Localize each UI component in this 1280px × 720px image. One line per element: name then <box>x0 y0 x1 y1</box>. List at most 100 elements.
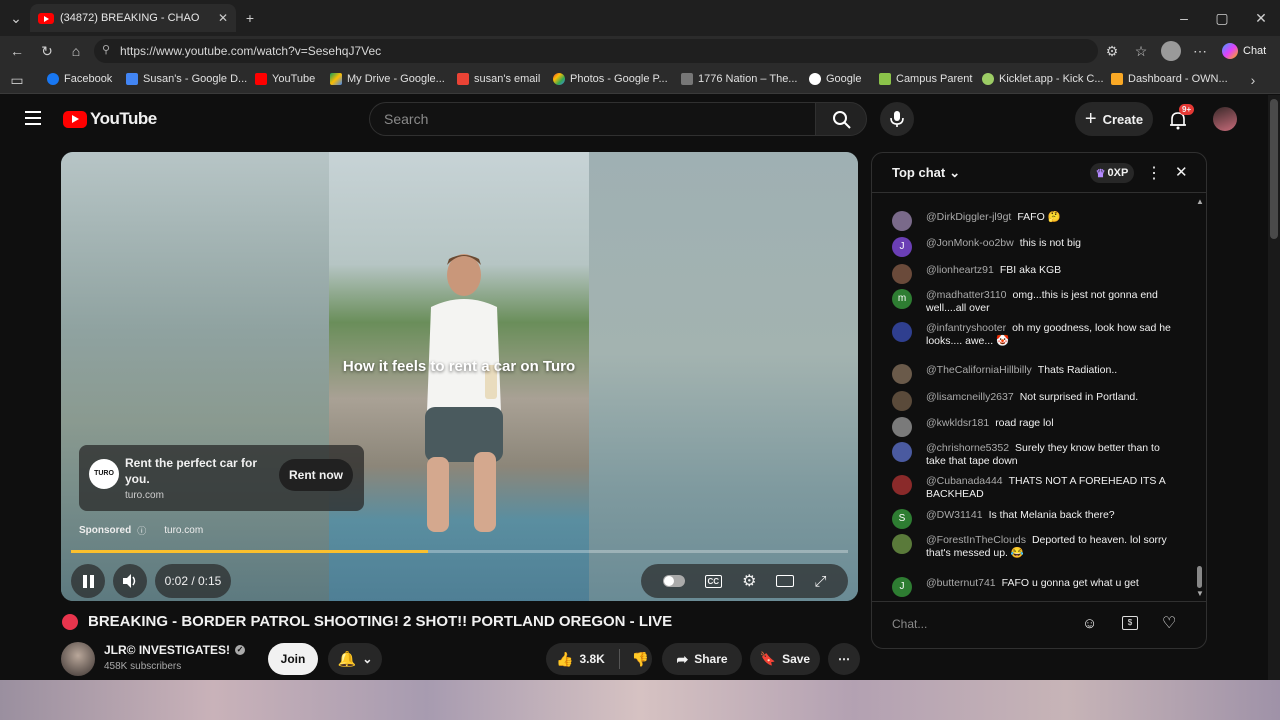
chat-avatar[interactable] <box>892 211 912 231</box>
thumbs-down-icon[interactable]: 👎 <box>632 651 649 668</box>
bookmark-google[interactable]: Google <box>809 73 861 85</box>
more-bookmarks-chevron-icon[interactable]: › <box>1245 72 1261 88</box>
chat-avatar[interactable] <box>892 391 912 411</box>
close-tab-icon[interactable]: ✕ <box>218 11 228 25</box>
chat-avatar[interactable] <box>892 364 912 384</box>
bookmark-1776-nation[interactable]: 1776 Nation – The... <box>681 73 797 85</box>
autoplay-toggle[interactable] <box>662 575 685 587</box>
url-field[interactable]: ⚲ https://www.youtube.com/watch?v=Sesehq… <box>94 39 1098 63</box>
bookmark-campus-parent[interactable]: Campus Parent <box>879 73 972 85</box>
sponsor-domain-link[interactable]: turo.com <box>164 525 203 536</box>
scroll-down-icon[interactable]: ▼ <box>1196 589 1204 598</box>
chat-author[interactable]: @DirkDiggler-jl9gt <box>926 211 1011 223</box>
chat-avatar[interactable]: S <box>892 509 912 529</box>
chat-author[interactable]: @kwkldsr181 <box>926 417 989 429</box>
search-button[interactable] <box>815 102 867 136</box>
bookmark-google-docs[interactable]: Susan's - Google D... <box>126 73 247 85</box>
bookmark-drive[interactable]: My Drive - Google... <box>330 73 445 85</box>
chat-author[interactable]: @ForestInTheClouds <box>926 534 1026 546</box>
chat-avatar[interactable] <box>892 475 912 495</box>
more-actions-button[interactable]: ⋯ <box>828 643 860 675</box>
chat-author[interactable]: @lionheartz91 <box>926 264 994 276</box>
scroll-up-icon[interactable]: ▲ <box>1196 197 1204 206</box>
chat-avatar[interactable] <box>892 322 912 342</box>
rent-now-button[interactable]: Rent now <box>279 459 353 491</box>
progress-bar[interactable] <box>71 550 848 553</box>
sidebar-toggle-icon[interactable]: ▭ <box>9 72 25 88</box>
maximize-icon[interactable]: ▢ <box>1214 10 1230 26</box>
subscribed-notifications-button[interactable]: 🔔 ⌄ <box>328 643 382 675</box>
more-menu-icon[interactable]: ⋯ <box>1192 43 1208 59</box>
ad-card[interactable]: TURO Rent the perfect car for you. turo.… <box>79 445 364 511</box>
chat-avatar[interactable] <box>892 417 912 437</box>
bookmark-dashboard[interactable]: Dashboard - OWN... <box>1111 73 1228 85</box>
new-tab-icon[interactable]: + <box>242 10 258 26</box>
minimize-icon[interactable]: – <box>1176 10 1192 26</box>
page-scrollbar[interactable] <box>1268 95 1280 680</box>
account-avatar[interactable] <box>1213 107 1237 131</box>
chat-avatar[interactable]: J <box>892 577 912 597</box>
chat-author[interactable]: @Cubanada444 <box>926 475 1003 487</box>
bookmark-kicklet[interactable]: Kicklet.app - Kick C... <box>982 73 1104 85</box>
favorites-icon[interactable]: ☆ <box>1133 43 1149 59</box>
settings-gear-icon[interactable]: ⚙ <box>742 571 756 591</box>
copilot-chat-button[interactable]: Chat <box>1222 41 1266 61</box>
chat-avatar[interactable]: J <box>892 237 912 257</box>
chat-avatar[interactable] <box>892 534 912 554</box>
chat-author[interactable]: @butternut741 <box>926 577 996 589</box>
channel-name-row[interactable]: JLR© INVESTIGATES! ✓ <box>104 643 245 657</box>
emoji-icon[interactable]: ☺ <box>1082 615 1097 632</box>
fullscreen-icon[interactable]: ⤢ <box>814 573 826 590</box>
volume-button[interactable] <box>113 564 147 598</box>
chat-input[interactable]: Chat... <box>892 611 1092 637</box>
bookmark-photos[interactable]: Photos - Google P... <box>553 73 668 85</box>
browser-tab-active[interactable]: (34872) BREAKING - CHAO ✕ <box>30 4 236 32</box>
super-chat-icon[interactable]: $ <box>1122 616 1138 630</box>
chat-author[interactable]: @DW31141 <box>926 509 983 521</box>
reload-icon[interactable]: ↻ <box>39 43 55 59</box>
chat-avatar[interactable] <box>892 264 912 284</box>
join-button[interactable]: Join <box>268 643 318 675</box>
page-scroll-thumb[interactable] <box>1270 99 1278 239</box>
close-window-icon[interactable]: ✕ <box>1253 10 1269 26</box>
chat-mode-dropdown[interactable]: Top chat ⌄ <box>892 165 960 181</box>
chat-scrollbar[interactable]: ▲ ▼ <box>1196 197 1204 598</box>
chat-author[interactable]: @lisamcneilly2637 <box>926 391 1014 403</box>
voice-search-button[interactable] <box>880 102 914 136</box>
chat-author[interactable]: @TheCaliforniaHillbilly <box>926 364 1032 376</box>
captions-icon[interactable]: CC <box>704 574 723 588</box>
hamburger-menu-icon[interactable] <box>25 111 41 125</box>
video-player[interactable]: How it feels to rent a car on Turo TURO … <box>61 152 858 601</box>
back-arrow-icon[interactable]: ← <box>9 43 25 59</box>
bookmark-email[interactable]: susan's email <box>457 73 540 85</box>
close-chat-icon[interactable]: ✕ <box>1175 163 1188 181</box>
thumbs-up-icon[interactable]: 👍 <box>556 651 573 668</box>
create-button[interactable]: + Create <box>1075 102 1153 136</box>
bookmark-youtube[interactable]: YouTube <box>255 73 315 85</box>
share-button[interactable]: ➦ Share <box>662 643 742 675</box>
youtube-logo[interactable]: YouTube <box>63 109 157 129</box>
heart-icon[interactable]: ♡ <box>1162 613 1176 633</box>
chat-author[interactable]: @infantryshooter <box>926 322 1006 334</box>
info-icon[interactable]: ⓘ <box>137 524 146 537</box>
chat-avatar[interactable]: m <box>892 289 912 309</box>
chat-avatar[interactable] <box>892 442 912 462</box>
notifications-button[interactable]: 9+ <box>1167 104 1195 130</box>
chat-author[interactable]: @chrishorne5352 <box>926 442 1009 454</box>
chat-scroll-thumb[interactable] <box>1197 566 1202 588</box>
pause-button[interactable] <box>71 564 105 598</box>
like-count[interactable]: 3.8K <box>579 652 604 666</box>
chat-menu-icon[interactable]: ⋮ <box>1146 163 1162 183</box>
channel-avatar[interactable] <box>61 642 95 676</box>
theater-mode-icon[interactable] <box>776 575 795 587</box>
xp-badge[interactable]: ♛ 0XP <box>1090 163 1134 183</box>
search-input[interactable]: Search <box>369 102 815 136</box>
site-info-icon[interactable]: ⚲ <box>102 43 110 56</box>
chat-author[interactable]: @madhatter3110 <box>926 289 1007 301</box>
bookmark-facebook[interactable]: Facebook <box>47 73 112 85</box>
save-button[interactable]: 🔖 Save <box>750 643 820 675</box>
profile-avatar[interactable] <box>1161 41 1181 61</box>
tab-list-chevron-icon[interactable]: ⌄ <box>8 10 24 26</box>
extensions-icon[interactable]: ⚙ <box>1104 43 1120 59</box>
chat-author[interactable]: @JonMonk-oo2bw <box>926 237 1014 249</box>
